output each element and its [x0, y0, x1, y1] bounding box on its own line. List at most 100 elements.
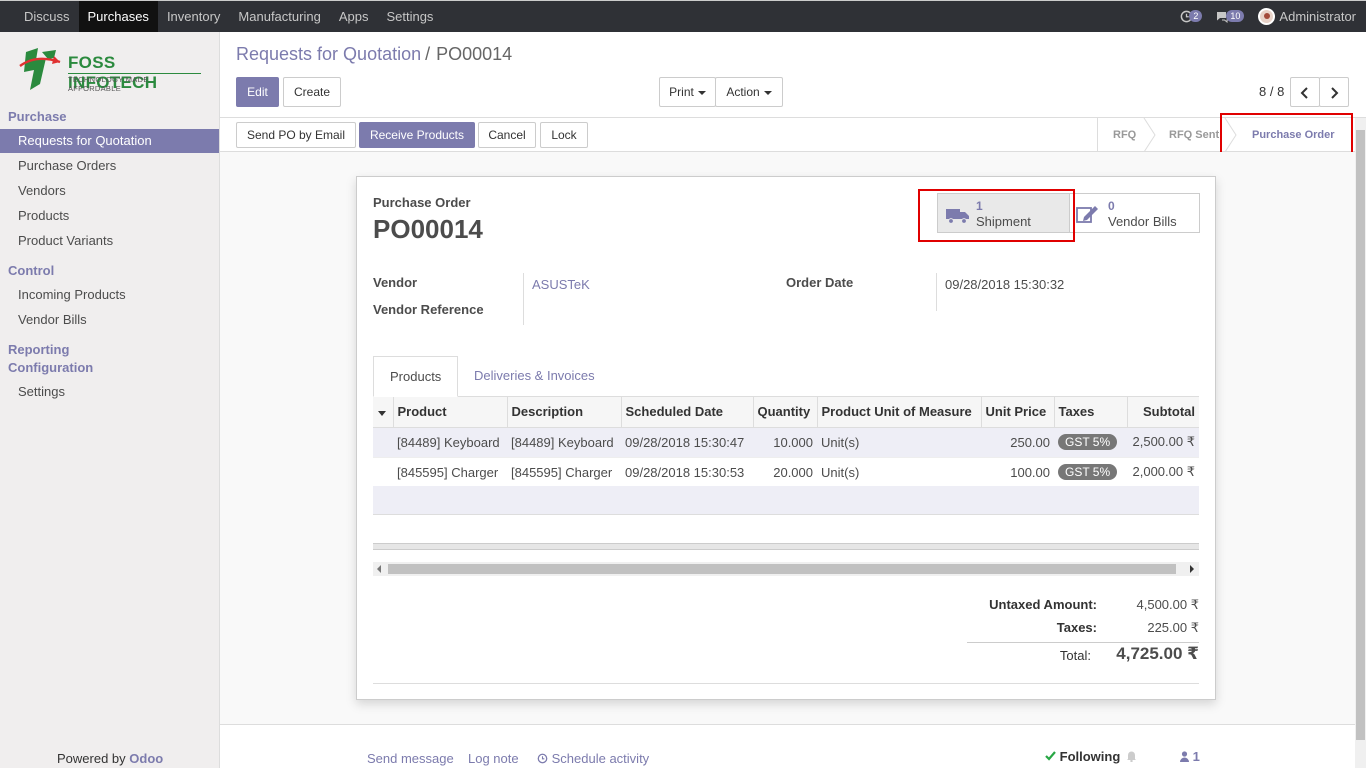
send-message-button[interactable]: Send message: [367, 751, 454, 766]
user-icon: [1180, 751, 1189, 762]
total-label: Total:: [1059, 648, 1091, 663]
column-taxes[interactable]: Taxes: [1053, 397, 1127, 428]
stage-rfq[interactable]: RFQ: [1113, 118, 1136, 152]
column-product[interactable]: Product: [392, 397, 507, 428]
pager-previous-button[interactable]: [1290, 77, 1320, 107]
cell-description[interactable]: [845595] Charger: [507, 457, 621, 488]
cell-subtotal: 2,500.00 ₹: [1127, 427, 1199, 458]
cell-quantity[interactable]: 20.000: [753, 457, 817, 488]
stage-arrow: [1143, 118, 1156, 152]
breadcrumb-parent[interactable]: Requests for Quotation: [236, 44, 421, 64]
lock-button[interactable]: Lock: [540, 122, 588, 148]
cell-description[interactable]: [84489] Keyboard: [507, 427, 621, 458]
column-scheduled-date[interactable]: Scheduled Date: [620, 397, 753, 428]
pager-value[interactable]: 8 / 8: [1259, 84, 1284, 99]
sidebar-item-product-variants[interactable]: Product Variants: [0, 229, 219, 253]
cell-product[interactable]: [845595] Charger: [393, 457, 507, 488]
powered-by-prefix: Powered by: [57, 751, 126, 766]
sidebar-item-purchase-orders[interactable]: Purchase Orders: [0, 154, 219, 178]
chevron-down-icon: [763, 90, 772, 95]
column-unit-price[interactable]: Unit Price: [980, 397, 1054, 428]
sidebar-item-requests-for-quotation[interactable]: Requests for Quotation: [0, 129, 219, 153]
action-dropdown[interactable]: Action: [715, 77, 783, 107]
taxes-value: 225.00 ₹: [1147, 620, 1199, 635]
vendor-link[interactable]: ASUSTeK: [532, 277, 590, 292]
untaxed-amount-label: Untaxed Amount:: [989, 597, 1097, 612]
menu-inventory[interactable]: Inventory: [158, 1, 229, 32]
menu-settings[interactable]: Settings: [377, 1, 442, 32]
column-toggle[interactable]: [373, 397, 393, 428]
menu-manufacturing[interactable]: Manufacturing: [229, 1, 329, 32]
scrollbar-thumb[interactable]: [1356, 130, 1365, 740]
sidebar-item-settings[interactable]: Settings: [0, 380, 219, 404]
create-button[interactable]: Create: [283, 77, 341, 107]
breadcrumb: Requests for Quotation / PO00014: [236, 44, 512, 65]
sidebar-item-vendor-bills[interactable]: Vendor Bills: [0, 308, 219, 332]
stage-divider: [1097, 118, 1098, 152]
followers-button[interactable]: 1: [1180, 749, 1200, 764]
scroll-right-icon[interactable]: [1189, 565, 1195, 573]
send-po-by-email-button[interactable]: Send PO by Email: [236, 122, 356, 148]
vendor-reference-label: Vendor Reference: [373, 302, 484, 317]
sidebar-section-reporting[interactable]: Reporting: [8, 342, 69, 357]
row-handle: [373, 457, 393, 488]
table-row[interactable]: [84489] Keyboard [84489] Keyboard 09/28/…: [373, 427, 1199, 458]
cell-quantity[interactable]: 10.000: [753, 427, 817, 458]
scroll-left-icon[interactable]: [376, 565, 382, 573]
message-count-badge: 10: [1226, 9, 1245, 22]
sidebar-item-products[interactable]: Products: [0, 204, 219, 228]
sidebar-item-vendors[interactable]: Vendors: [0, 179, 219, 203]
menu-purchases[interactable]: Purchases: [78, 1, 158, 32]
menu-apps[interactable]: Apps: [330, 1, 378, 32]
activity-count-badge: 2: [1189, 9, 1203, 22]
print-dropdown[interactable]: Print: [659, 77, 716, 107]
avatar: [1258, 8, 1276, 25]
schedule-activity-button[interactable]: Schedule activity: [537, 751, 649, 766]
chevron-left-icon: [1300, 87, 1308, 99]
following-button[interactable]: Following: [1045, 749, 1120, 764]
column-quantity[interactable]: Quantity: [752, 397, 817, 428]
cell-taxes[interactable]: GST 5%: [1054, 427, 1127, 458]
log-note-button[interactable]: Log note: [468, 751, 519, 766]
column-uom[interactable]: Product Unit of Measure: [816, 397, 981, 428]
vertical-scrollbar[interactable]: [1355, 118, 1366, 768]
tab-products[interactable]: Products: [373, 356, 459, 397]
cell-unit-price[interactable]: 250.00: [981, 427, 1054, 458]
messaging-menu[interactable]: 10: [1216, 9, 1248, 23]
breadcrumb-separator: /: [425, 44, 431, 64]
sidebar-section-configuration: Configuration: [8, 360, 94, 375]
cell-taxes[interactable]: GST 5%: [1054, 457, 1127, 488]
chevron-down-icon: [697, 90, 706, 95]
cell-unit-price[interactable]: 100.00: [981, 457, 1054, 488]
vendor-bills-smart-button[interactable]: 0 Vendor Bills: [1069, 193, 1200, 233]
column-subtotal[interactable]: Subtotal: [1126, 397, 1199, 428]
cell-uom[interactable]: Unit(s): [817, 427, 981, 458]
cell-scheduled-date[interactable]: 09/28/2018 15:30:47: [621, 427, 753, 458]
column-description[interactable]: Description: [506, 397, 621, 428]
chevron-right-icon: [1331, 87, 1339, 99]
cell-scheduled-date[interactable]: 09/28/2018 15:30:53: [621, 457, 753, 488]
scrollbar-thumb[interactable]: [388, 564, 1176, 574]
foss-infotech-logo-icon: [19, 48, 61, 90]
company-logo[interactable]: FOSS INFOTECH TECHNOLOGY MADE AFFORDABLE: [16, 46, 201, 94]
cell-uom[interactable]: Unit(s): [817, 457, 981, 488]
table-row[interactable]: [845595] Charger [845595] Charger 09/28/…: [373, 457, 1199, 488]
breadcrumb-current: PO00014: [436, 44, 513, 64]
row-handle: [373, 427, 393, 458]
cancel-button[interactable]: Cancel: [478, 122, 536, 148]
top-navbar: Discuss Purchases Inventory Manufacturin…: [0, 0, 1366, 32]
empty-row-area: [373, 486, 1199, 515]
sidebar-item-incoming-products[interactable]: Incoming Products: [0, 283, 219, 307]
pager-next-button[interactable]: [1319, 77, 1349, 107]
powered-by-link[interactable]: Odoo: [129, 751, 163, 766]
menu-discuss[interactable]: Discuss: [15, 1, 79, 32]
stage-rfq-sent[interactable]: RFQ Sent: [1169, 118, 1219, 152]
receive-products-button[interactable]: Receive Products: [359, 122, 475, 148]
bell-icon[interactable]: [1126, 750, 1137, 762]
horizontal-scrollbar[interactable]: [373, 562, 1199, 576]
user-menu[interactable]: Administrator: [1258, 8, 1356, 25]
edit-button[interactable]: Edit: [236, 77, 279, 107]
cell-product[interactable]: [84489] Keyboard: [393, 427, 507, 458]
tab-deliveries-invoices[interactable]: Deliveries & Invoices: [458, 356, 611, 397]
activity-menu[interactable]: 2: [1180, 9, 1206, 23]
